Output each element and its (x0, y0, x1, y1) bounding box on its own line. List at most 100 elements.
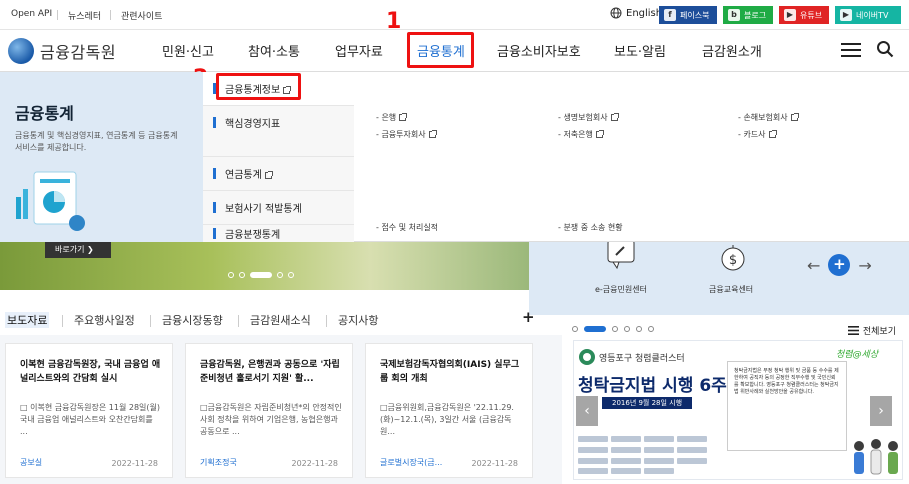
globe-icon (610, 7, 622, 19)
banner-next-arrow-icon[interactable]: › (870, 396, 892, 426)
menu-press-notices[interactable]: 보도·알림 (614, 41, 666, 60)
menu-consumer-protection[interactable]: 금융소비자보호 (497, 41, 581, 60)
menu-work-materials[interactable]: 업무자료 (335, 41, 383, 60)
open-api-link[interactable]: Open API (11, 9, 52, 19)
view-all-button[interactable]: 전체보기 (847, 324, 896, 337)
category-dispute-stats[interactable]: 금융분쟁통계 (203, 225, 354, 242)
search-icon[interactable] (876, 40, 894, 58)
external-link-icon (399, 113, 408, 121)
banner-dot[interactable] (636, 326, 642, 332)
external-link-icon (595, 130, 604, 138)
sns-label: 유튜브 (800, 10, 823, 20)
facebook-icon: f (664, 9, 676, 21)
news-card-date: 2022-11-28 (471, 459, 519, 468)
district-logo-icon (579, 349, 595, 365)
category-label: 연금통계 (225, 166, 273, 181)
pager-dot[interactable] (277, 272, 283, 278)
banner-dot[interactable] (572, 326, 578, 332)
hamburger-menu-icon[interactable] (841, 43, 861, 57)
highlight-box-submenu (216, 73, 301, 100)
category-marker (213, 228, 216, 239)
campaign-banner[interactable]: 영등포구 청렴클러스터 청탁금지법 시행 6주년 2016년 9월 28일 시행… (573, 340, 903, 480)
logo-mark-icon (8, 38, 34, 64)
banner-dot[interactable] (624, 326, 630, 332)
language-selector[interactable]: English (610, 7, 662, 19)
news-card-date: 2022-11-28 (291, 459, 339, 468)
menu-about-fss[interactable]: 금감원소개 (702, 41, 762, 60)
news-more-button[interactable]: + (522, 308, 535, 326)
news-card-department: 글로벌시장국(금... (380, 458, 443, 467)
news-card[interactable]: 국제보험감독자협의회(IAIS) 실무그룹 회의 개최 □금융위원회,금융감독원… (365, 343, 533, 478)
divider (238, 315, 239, 327)
banner-organization: 영등포구 청렴클러스터 (599, 354, 685, 364)
external-link-icon (610, 113, 619, 121)
sub-item-nonlife-insurance[interactable]: - 손해보험회사 (738, 112, 799, 123)
sub-item-dispute-handling[interactable]: - 접수 및 처리실적 (376, 222, 438, 233)
banner-dot-active[interactable] (584, 326, 606, 332)
divider (57, 10, 58, 20)
site-logo[interactable]: 금융감독원 (8, 38, 116, 64)
plus-icon[interactable]: + (828, 254, 851, 276)
category-pension-stats[interactable]: 연금통계 (203, 157, 354, 191)
sns-label: 블로그 (744, 10, 767, 20)
banner-dot[interactable] (648, 326, 654, 332)
news-card-title: 금융감독원, 은행권과 공동으로 '자립준비청년 홀로서기 지원' 활... (200, 360, 340, 384)
tab-events[interactable]: 주요행사일정 (74, 312, 135, 328)
sns-facebook-button[interactable]: f 페이스북 (659, 6, 717, 24)
banner-signature: 청렴@세상 (836, 350, 879, 360)
education-center-icon[interactable]: $ (719, 245, 747, 273)
menu-participation[interactable]: 참여·소통 (248, 41, 300, 60)
sns-navertv-button[interactable]: ▶ 네이버TV (835, 6, 901, 24)
hero-shortcut-button[interactable]: 바로가기 ❯ (45, 242, 111, 258)
news-card[interactable]: 이복현 금융감독원장, 국내 금융업 애널리스트와의 간담회 실시 □ 이복현 … (5, 343, 173, 478)
tab-press-release[interactable]: 보도자료 (5, 312, 50, 328)
category-marker (213, 168, 216, 179)
sub-item-savings-bank[interactable]: - 저축은행 (558, 129, 604, 140)
category-insurance-fraud[interactable]: 보험사기 적발통계 (203, 191, 354, 225)
pager-dot[interactable] (228, 272, 234, 278)
category-core-indicators[interactable]: 핵심경영지표 (203, 106, 354, 157)
logo-text: 금융감독원 (40, 43, 117, 62)
newsletter-link[interactable]: 뉴스레터 (68, 9, 101, 22)
statistics-document-icon (16, 171, 85, 231)
service-carousel-controls: ← + → (807, 254, 872, 276)
sub-item-card[interactable]: - 카드사 (738, 129, 777, 140)
service-label[interactable]: 금융교육센터 (709, 284, 753, 295)
pager-dot[interactable] (288, 272, 294, 278)
external-link-icon (428, 130, 437, 138)
mega-menu-title: 금융통계 (15, 104, 74, 123)
banner-prev-arrow-icon[interactable]: ‹ (576, 396, 598, 426)
sub-item-investment[interactable]: - 금융투자회사 (376, 129, 437, 140)
sns-youtube-button[interactable]: ▶ 유튜브 (779, 6, 829, 24)
service-label[interactable]: e-금융민원센터 (595, 284, 647, 295)
banner-dot[interactable] (612, 326, 618, 332)
mega-menu-description: 금융통계 및 핵심경영지표, 연금통계 등 금융통계 서비스를 제공합니다. (15, 131, 178, 152)
divider (62, 315, 63, 327)
pager-dot-active[interactable] (250, 272, 272, 278)
menu-complaints[interactable]: 민원·신고 (162, 41, 214, 60)
category-label: 보험사기 적발통계 (225, 204, 302, 215)
banner-note: 청탁금지법은 부정 청탁 행위 및 금품 등 수수를 제한하여 공직자 등의 공… (727, 361, 847, 451)
news-tabs: 보도자료 주요행사일정 금융시장동향 금감원새소식 공지사항 + (0, 308, 540, 335)
tab-fss-news[interactable]: 금감원새소식 (250, 312, 311, 328)
hero-banner: 바로가기 ❯ (0, 242, 529, 290)
related-sites-link[interactable]: 관련사이트 (121, 9, 162, 22)
sub-item-life-insurance[interactable]: - 생명보험회사 (558, 112, 619, 123)
tab-market-trends[interactable]: 금융시장동향 (162, 312, 223, 328)
arrow-right-icon[interactable]: → (858, 256, 871, 275)
category-label: 핵심경영지표 (225, 119, 281, 130)
news-card-summary: □금융감독원은 자립준비청년*의 안정적인 사회 정착을 위하여 기업은행, 농… (200, 403, 342, 436)
arrow-left-icon[interactable]: ← (807, 256, 820, 275)
news-card-summary: □금융위원회,금융감독원은 '22.11.29.(화)~12.1.(목), 3일… (380, 403, 514, 436)
news-card-summary: □ 이복현 금융감독원장은 11월 28일(월) 국내 금융업 애널리스트와 오… (20, 403, 161, 436)
sns-blog-button[interactable]: b 블로그 (723, 6, 773, 24)
sub-item-dispute-lawsuit[interactable]: - 분쟁 중 소송 현황 (558, 222, 623, 233)
news-card[interactable]: 금융감독원, 은행권과 공동으로 '자립준비청년 홀로서기 지원' 활... □… (185, 343, 353, 478)
pager-dot[interactable] (239, 272, 245, 278)
sns-label: 페이스북 (680, 10, 710, 20)
complaint-center-icon[interactable] (607, 242, 635, 270)
news-card-department: 기획조정국 (200, 458, 237, 467)
tab-notices[interactable]: 공지사항 (338, 312, 378, 328)
quick-services: e-금융민원센터 $ 금융교육센터 ← + → (529, 242, 909, 315)
sub-item-bank[interactable]: - 은행 (376, 112, 408, 123)
